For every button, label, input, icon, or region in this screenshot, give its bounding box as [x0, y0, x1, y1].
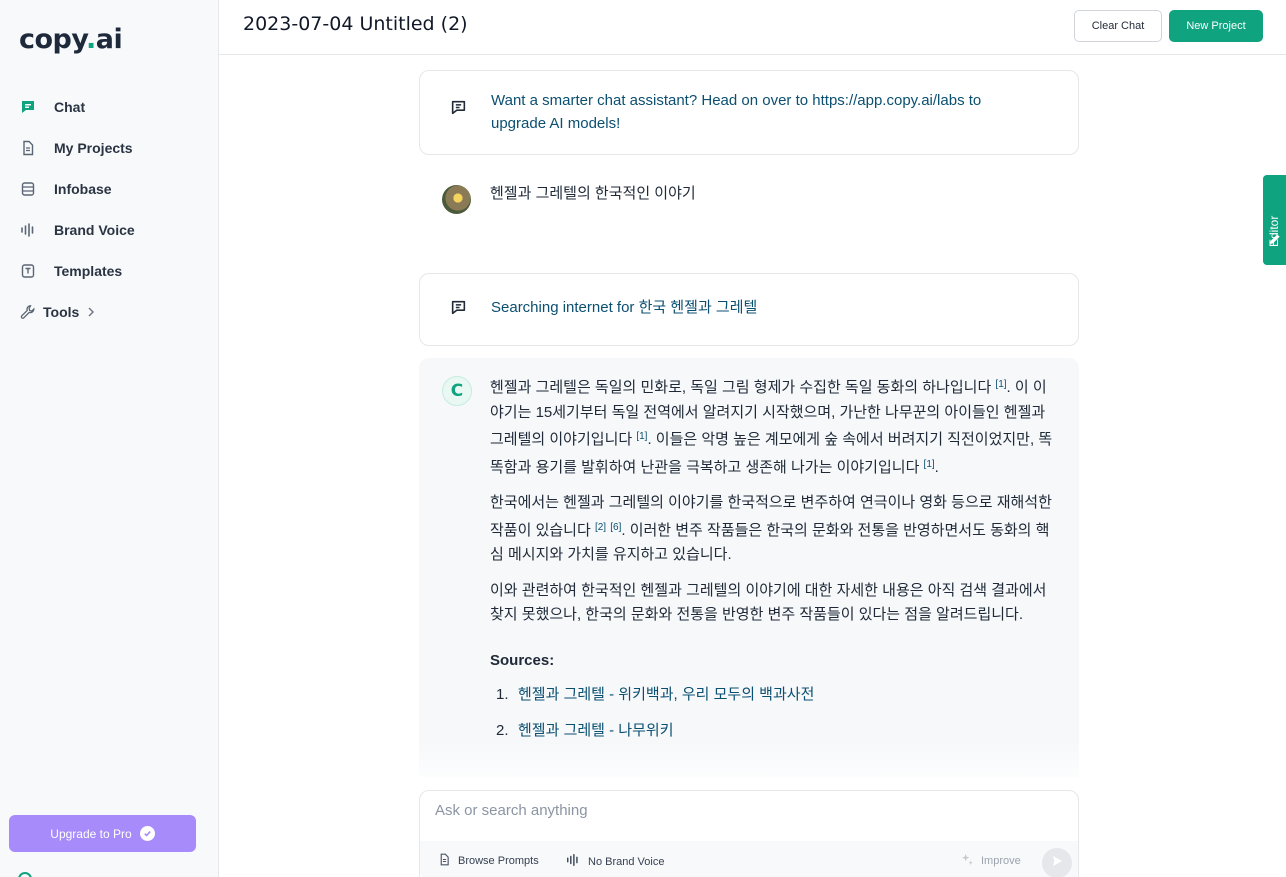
user-message: 헨젤과 그레텔의 한국적인 이야기 — [419, 170, 1079, 230]
sidebar-item-brand-voice[interactable]: Brand Voice — [0, 209, 219, 250]
upgrade-to-pro-button[interactable]: Upgrade to Pro — [9, 815, 196, 852]
user-avatar — [442, 185, 471, 214]
sidebar-item-label: Templates — [54, 262, 123, 279]
improve-button[interactable]: Improve — [961, 853, 1021, 869]
sidebar-nav: Chat My Projects Infobase Brand Voice Te… — [0, 86, 219, 332]
send-icon — [1051, 854, 1063, 872]
upgrade-label: Upgrade to Pro — [50, 826, 132, 841]
ai-response: C 헨젤과 그레텔은 독일의 민화로, 독일 그림 형제가 수집한 독일 동화의… — [419, 358, 1079, 777]
search-prefix: Searching internet for — [491, 299, 639, 316]
page-title[interactable]: 2023-07-04 Untitled (2) — [243, 13, 468, 35]
sidebar-item-chat[interactable]: Chat — [0, 86, 219, 127]
editor-tab[interactable]: Editor — [1263, 175, 1286, 265]
search-status-card: Searching internet for 한국 헨젤과 그레텔 — [419, 273, 1079, 346]
header: 2023-07-04 Untitled (2) Clear Chat New P… — [219, 0, 1286, 55]
source-link[interactable]: 헨젤과 그레텔 - 위키백과, 우리 모두의 백과사전 — [518, 683, 814, 708]
sidebar-item-label: Tools — [43, 303, 80, 320]
document-icon — [19, 139, 37, 157]
chat-input[interactable] — [435, 799, 1055, 821]
response-paragraph: 한국에서는 헨젤과 그레텔의 이야기를 한국적으로 변주하여 연극이나 영화 등… — [490, 491, 1057, 568]
sidebar-item-label: Infobase — [54, 180, 112, 197]
citation-link[interactable]: [1] — [924, 459, 935, 470]
send-button[interactable] — [1042, 848, 1072, 877]
response-paragraph: 이와 관련하여 한국적인 헨젤과 그레텔의 이야기에 대한 자세한 내용은 아직… — [490, 581, 1047, 624]
source-item: 1. 헨젤과 그레텔 - 위키백과, 우리 모두의 백과사전 — [490, 683, 1057, 708]
clear-chat-button[interactable]: Clear Chat — [1074, 10, 1162, 42]
sidebar-item-label: Brand Voice — [54, 221, 135, 238]
chat-icon — [19, 98, 37, 116]
scroll-fade — [419, 740, 1079, 777]
sidebar-item-label: My Projects — [54, 139, 133, 156]
message-icon — [450, 299, 468, 317]
logo-tail: ai — [95, 24, 123, 55]
citation-link[interactable]: [2] — [595, 522, 606, 533]
chat-input-box: Browse Prompts No Brand Voice Improve — [419, 790, 1079, 877]
chevron-right-icon — [87, 304, 95, 320]
sidebar-item-infobase[interactable]: Infobase — [0, 168, 219, 209]
template-icon — [19, 262, 37, 280]
logo-main: copy — [19, 24, 87, 55]
text-segment: . — [934, 458, 939, 476]
improve-label: Improve — [981, 855, 1021, 867]
editor-tab-label: Editor — [1267, 215, 1281, 247]
user-avatar[interactable] — [18, 872, 32, 877]
sidebar: copy.ai Chat My Projects Infobase Brand … — [0, 0, 219, 877]
response-paragraph: 헨젤과 그레텔은 독일의 민화로, 독일 그림 형제가 수집한 독일 동화의 하… — [490, 373, 1057, 480]
input-toolbar: Browse Prompts No Brand Voice Improve — [420, 841, 1078, 877]
brand-voice-selector[interactable]: No Brand Voice — [565, 853, 664, 870]
voice-bars-icon — [19, 221, 37, 239]
upgrade-notice-text: Want a smarter chat assistant? Head on o… — [491, 92, 982, 132]
sidebar-item-my-projects[interactable]: My Projects — [0, 127, 219, 168]
sidebar-item-label: Chat — [54, 98, 86, 115]
app-root: copy.ai Chat My Projects Infobase Brand … — [0, 0, 1286, 877]
logo[interactable]: copy.ai — [19, 24, 123, 55]
citation-link[interactable]: [6] — [610, 522, 621, 533]
brand-voice-label: No Brand Voice — [588, 855, 665, 868]
wrench-icon — [19, 303, 37, 321]
source-number: 1. — [496, 686, 509, 703]
ai-avatar: C — [442, 376, 472, 406]
search-status-text: Searching internet for 한국 헨젤과 그레텔 — [491, 296, 1038, 319]
message-icon — [450, 99, 468, 117]
chat-thread: Want a smarter chat assistant? Head on o… — [419, 55, 1079, 777]
sidebar-item-tools[interactable]: Tools — [0, 291, 219, 332]
user-message-text: 헨젤과 그레텔의 한국적인 이야기 — [490, 185, 696, 202]
citation-link[interactable]: [1] — [995, 379, 1006, 390]
sparkle-icon — [961, 853, 974, 869]
sidebar-item-templates[interactable]: Templates — [0, 250, 219, 291]
citation-link[interactable]: [1] — [636, 431, 647, 442]
sources-heading: Sources: — [490, 651, 555, 669]
search-query: 한국 헨젤과 그레텔 — [638, 299, 758, 316]
verified-badge-icon — [139, 826, 155, 841]
browse-prompts-button[interactable]: Browse Prompts — [438, 853, 539, 869]
database-icon — [19, 180, 37, 198]
upgrade-notice-card: Want a smarter chat assistant? Head on o… — [419, 70, 1079, 155]
ai-response-body: 헨젤과 그레텔은 독일의 민화로, 독일 그림 형제가 수집한 독일 동화의 하… — [490, 373, 1057, 754]
text-segment: 헨젤과 그레텔은 독일의 민화로, 독일 그림 형제가 수집한 독일 동화의 하… — [490, 379, 996, 396]
logo-dot: . — [86, 24, 96, 55]
document-icon — [438, 853, 451, 869]
new-project-button[interactable]: New Project — [1169, 10, 1263, 42]
browse-prompts-label: Browse Prompts — [458, 855, 539, 867]
voice-bars-icon — [565, 853, 581, 870]
